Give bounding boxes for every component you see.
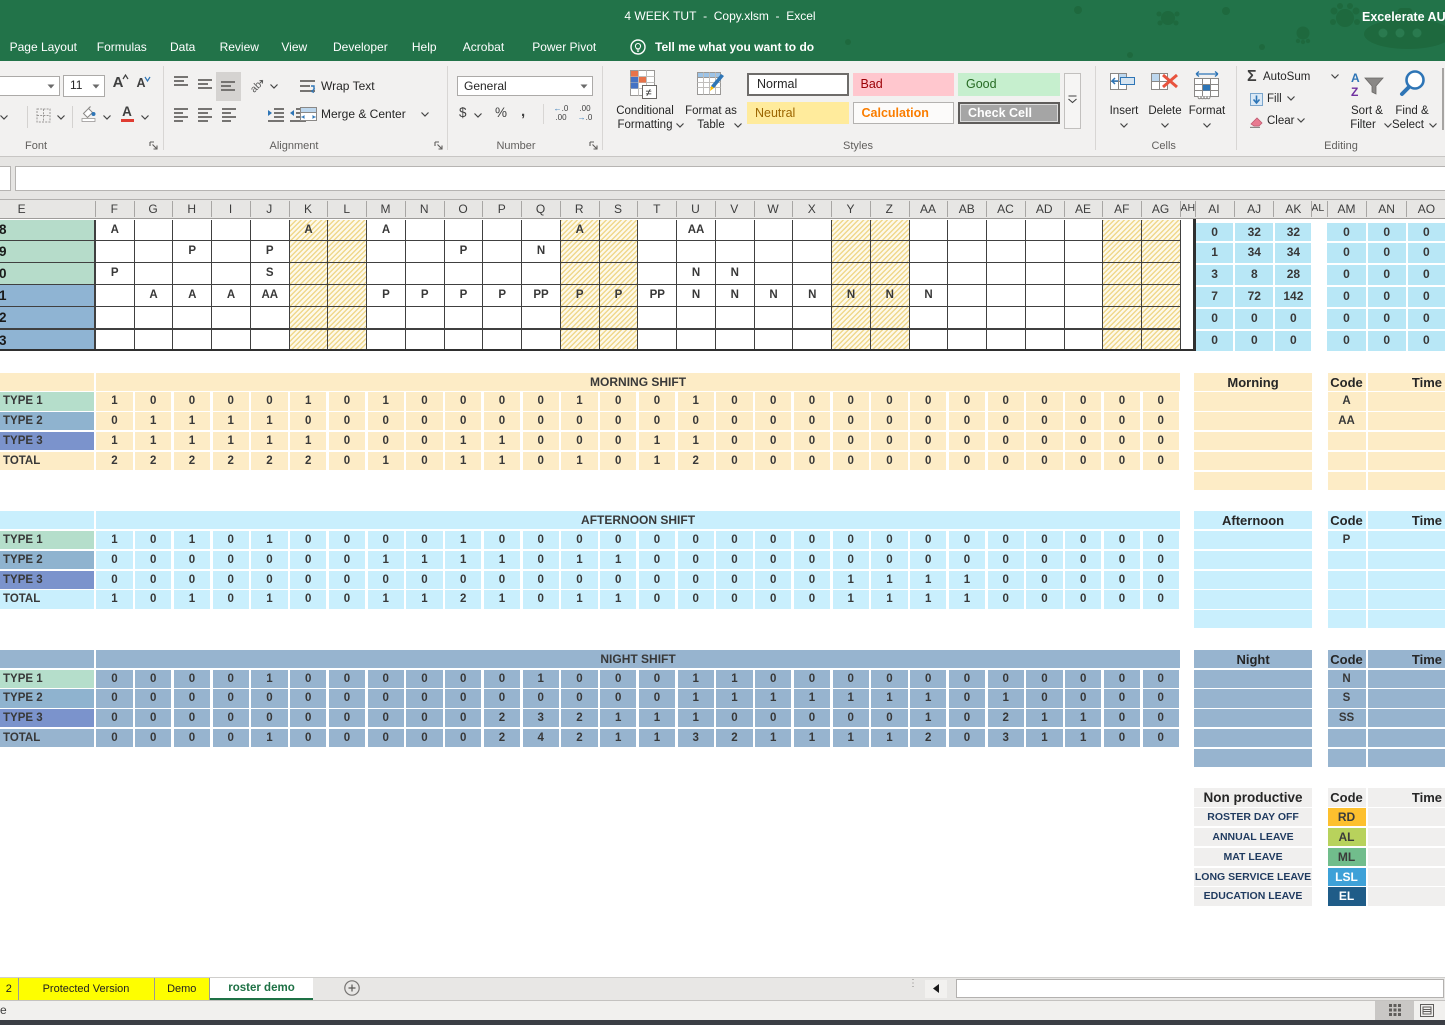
svg-text:≠: ≠ bbox=[646, 87, 652, 99]
svg-text:A: A bbox=[1351, 71, 1360, 85]
svg-text:Z: Z bbox=[1351, 85, 1358, 98]
